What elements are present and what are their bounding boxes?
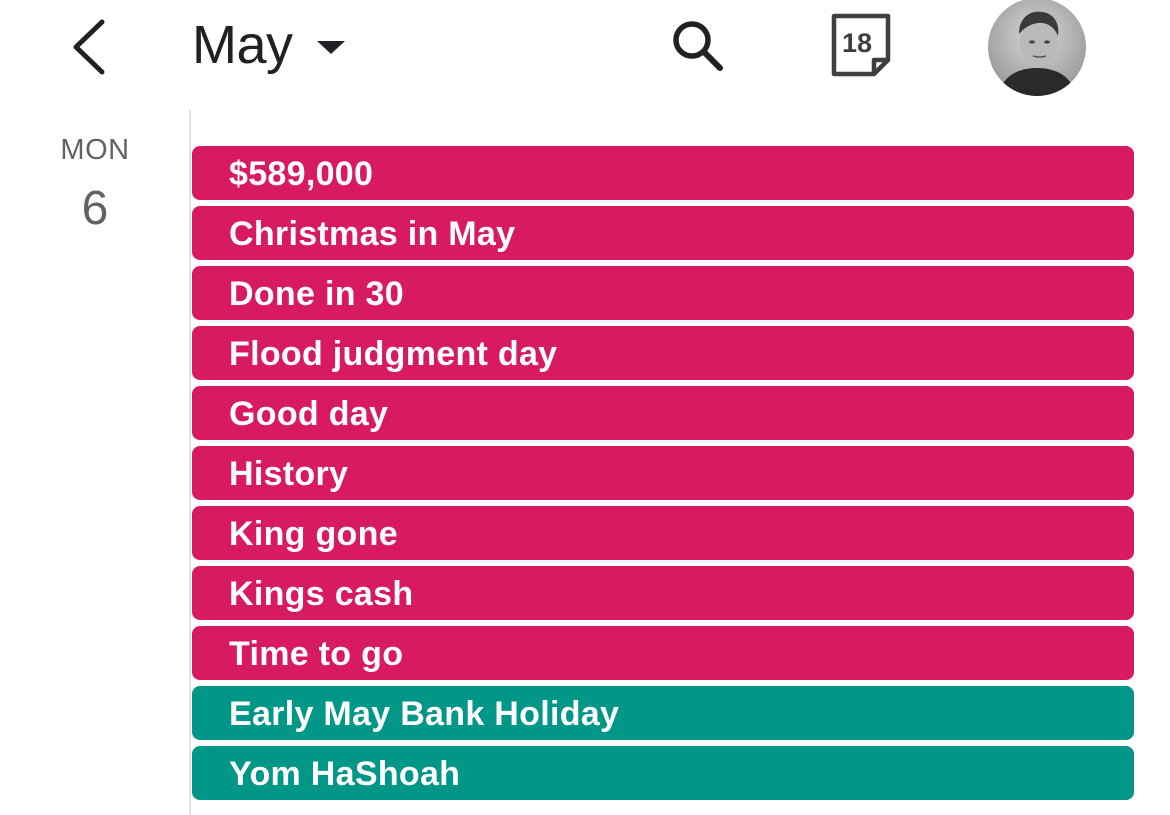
event-chip[interactable]: Time to go bbox=[192, 626, 1134, 680]
chevron-left-icon bbox=[73, 19, 105, 75]
event-chip[interactable]: King gone bbox=[192, 506, 1134, 560]
event-chip[interactable]: Flood judgment day bbox=[192, 326, 1134, 380]
search-button[interactable] bbox=[664, 14, 728, 78]
event-chip[interactable]: $589,000 bbox=[192, 146, 1134, 200]
month-label: May bbox=[192, 15, 293, 75]
day-header[interactable]: MON 6 bbox=[40, 134, 150, 236]
top-app-bar: May 18 bbox=[0, 0, 1170, 100]
holiday-chip[interactable]: Early May Bank Holiday bbox=[192, 686, 1134, 740]
month-selector[interactable]: May bbox=[192, 10, 345, 80]
event-list: $589,000 Christmas in May Done in 30 Flo… bbox=[192, 146, 1134, 806]
day-number-label: 6 bbox=[81, 182, 109, 235]
day-of-week-label: MON bbox=[60, 134, 130, 166]
day-divider bbox=[189, 110, 191, 815]
event-chip[interactable]: Christmas in May bbox=[192, 206, 1134, 260]
search-icon bbox=[673, 21, 723, 71]
caret-down-icon bbox=[316, 40, 345, 54]
event-chip[interactable]: Done in 30 bbox=[192, 266, 1134, 320]
back-button[interactable] bbox=[62, 14, 118, 78]
holiday-chip[interactable]: Yom HaShoah bbox=[192, 746, 1134, 800]
event-chip[interactable]: Good day bbox=[192, 386, 1134, 440]
event-chip[interactable]: History bbox=[192, 446, 1134, 500]
today-button[interactable]: 18 bbox=[826, 10, 896, 80]
profile-photo bbox=[988, 0, 1086, 96]
user-avatar[interactable] bbox=[988, 0, 1086, 96]
event-chip[interactable]: Kings cash bbox=[192, 566, 1134, 620]
today-date-label: 18 bbox=[841, 28, 873, 58]
